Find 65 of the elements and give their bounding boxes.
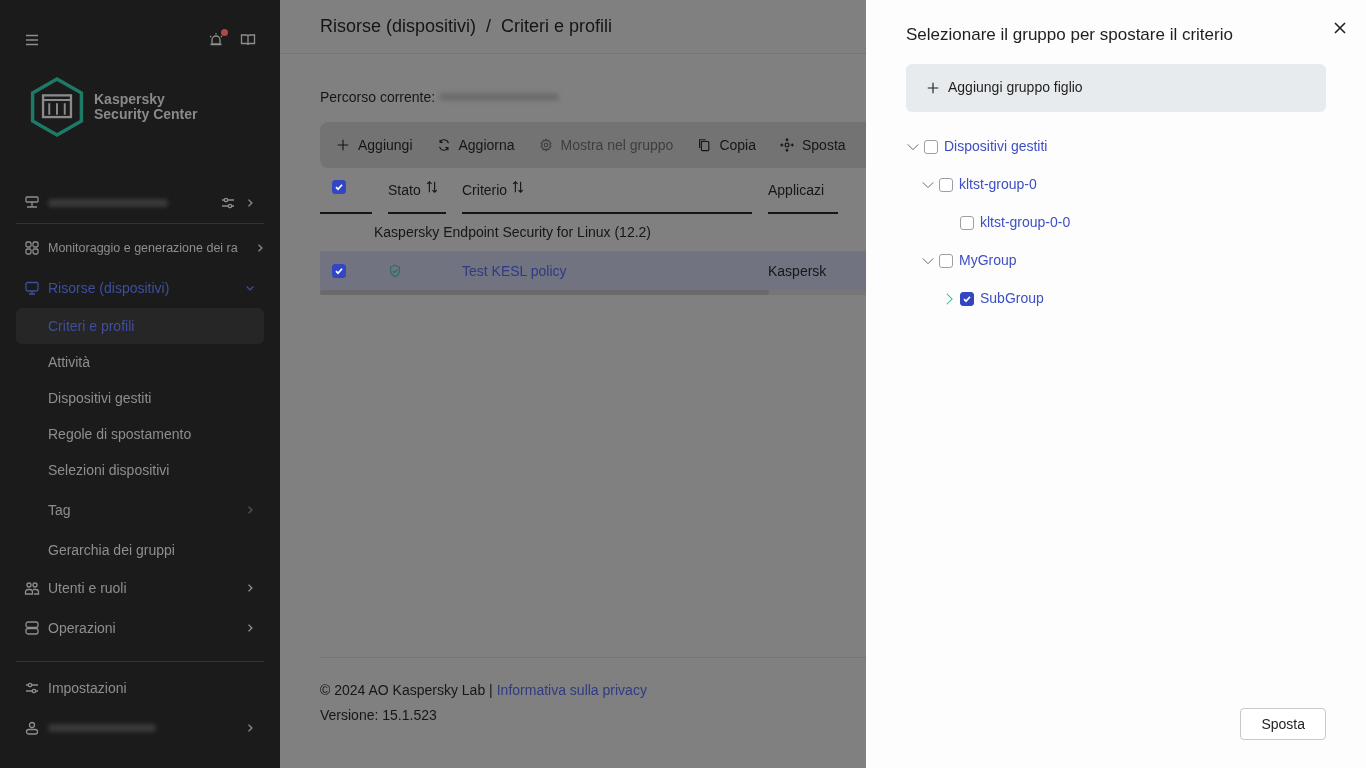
table-cell-text: Kaspersk	[768, 261, 827, 281]
nav-subitem[interactable]: Gerarchia dei gruppi	[16, 532, 264, 568]
copy-icon	[697, 138, 712, 152]
close-button[interactable]	[1332, 20, 1348, 36]
tree-node-label[interactable]: kltst-group-0	[959, 174, 1037, 195]
group-row-label: Kaspersky Endpoint Security for Linux (12.2)	[374, 223, 652, 242]
toolbar-button[interactable]: Copia	[697, 134, 756, 156]
column-header[interactable]: Stato	[388, 180, 446, 214]
product-name: Kaspersky	[94, 92, 166, 107]
nav-subitem[interactable]: Dispositivi gestiti	[16, 380, 264, 416]
product-name: Security Center	[94, 107, 198, 122]
shield-check-icon	[388, 264, 402, 278]
move-icon	[780, 138, 794, 152]
breadcrumb-item[interactable]: Risorse (dispositivi)	[320, 13, 477, 40]
toolbar-button[interactable]: Aggiorna	[436, 134, 515, 156]
menu-icon[interactable]	[24, 32, 40, 48]
user-icon	[24, 720, 40, 736]
checkbox[interactable]	[960, 291, 974, 306]
checkbox[interactable]	[939, 253, 953, 268]
tree-node-label[interactable]: Dispositivi gestiti	[944, 136, 1048, 157]
toolbar-button[interactable]: Aggiungi	[336, 134, 413, 156]
gear-icon	[538, 138, 553, 152]
sort-icon	[511, 180, 526, 194]
plus-icon	[926, 80, 940, 95]
book-icon[interactable]	[240, 32, 256, 48]
tree-node-label[interactable]: MyGroup	[959, 250, 1017, 271]
column-header[interactable]: Criterio	[462, 180, 752, 214]
users-icon	[24, 580, 40, 596]
sort-icon	[424, 180, 439, 194]
server-icon	[24, 194, 40, 211]
tree-node-label[interactable]: SubGroup	[980, 288, 1044, 309]
checkbox[interactable]	[332, 264, 346, 278]
dashboard-icon	[24, 240, 40, 256]
nav-subitem[interactable]: Tag	[16, 488, 264, 532]
copyright-text: © 2024 AO Kaspersky Lab |	[320, 681, 493, 700]
version-text: Versione: 15.1.523	[320, 706, 438, 725]
monitor-icon	[24, 280, 40, 296]
refresh-icon	[436, 138, 451, 152]
panel-title: Selezionare il gruppo per spostare il criterio	[906, 24, 1233, 46]
nav-subitem[interactable]: Regole di spostamento	[16, 416, 264, 452]
settings-link[interactable]: Impostazioni	[16, 668, 264, 708]
checkbox[interactable]	[924, 139, 938, 154]
move-button[interactable]: Sposta	[1240, 708, 1326, 740]
checkbox[interactable]	[939, 177, 953, 192]
nav-item[interactable]: Monitoraggio e generazione dei ra	[16, 228, 264, 268]
nav-subitem[interactable]: Selezioni dispositivi	[16, 452, 264, 488]
checkbox[interactable]	[332, 180, 346, 194]
nav-item[interactable]: Operazioni	[16, 608, 264, 648]
breadcrumb-separator: /	[486, 15, 492, 38]
breadcrumb-item[interactable]: Criteri e profili	[501, 13, 613, 40]
checkbox[interactable]	[960, 215, 974, 230]
tree-node-label[interactable]: kltst-group-0-0	[980, 212, 1071, 233]
check-icon	[334, 182, 344, 192]
nav-item[interactable]: Utenti e ruoli	[16, 568, 264, 608]
stack-icon	[24, 620, 40, 636]
plus-icon	[336, 138, 350, 152]
check-icon	[962, 293, 972, 304]
add-child-group-button[interactable]: Aggiungi gruppo figlio	[906, 63, 1326, 112]
column-header[interactable]: Applicazi	[768, 180, 838, 214]
check-icon	[334, 266, 344, 276]
table-row[interactable]: Test KESL policy Kaspersk	[320, 252, 866, 290]
toolbar-button[interactable]: Sposta	[780, 134, 846, 156]
settings-icon	[24, 680, 40, 696]
path-label: Percorso corrente:	[320, 87, 436, 107]
nav-subitem[interactable]: Attività	[16, 344, 264, 380]
